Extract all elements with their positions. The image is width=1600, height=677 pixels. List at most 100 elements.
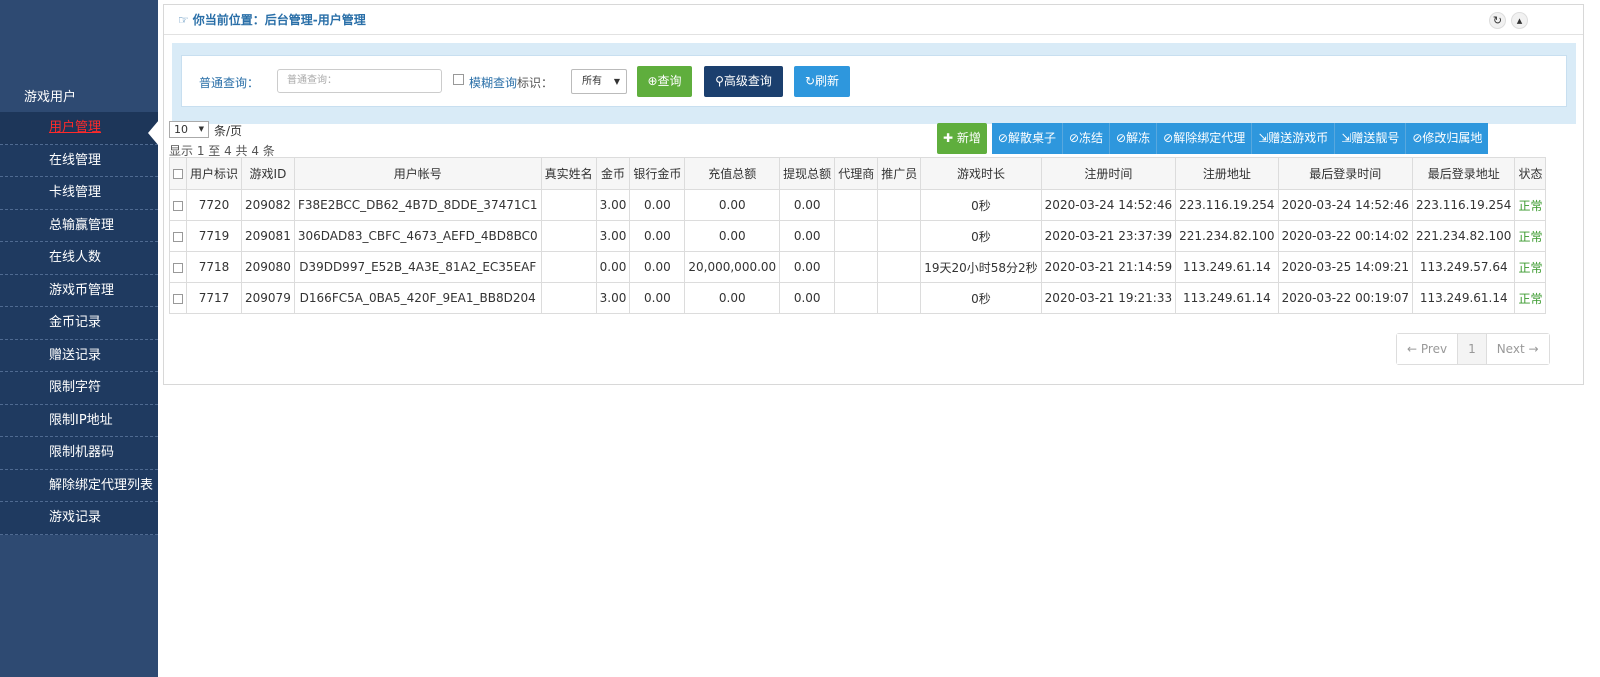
select-all-checkbox[interactable] (173, 169, 183, 179)
change-region-button[interactable]: ⊘修改归属地 (1406, 123, 1489, 154)
table-cell: 0.00 (684, 189, 781, 221)
check-circle-icon: ⊘ (1116, 131, 1127, 145)
unbind-agent-label: 解除绑定代理 (1173, 131, 1246, 145)
sidebar-item-user-manage[interactable]: 用户管理 (0, 112, 158, 145)
gift-coin-button[interactable]: ⇲赠送游戏币 (1252, 123, 1336, 154)
sidebar-item-restrict-machine[interactable]: 限制机器码 (0, 437, 158, 470)
sidebar-item-online-count[interactable]: 在线人数 (0, 242, 158, 275)
table-cell (834, 251, 879, 283)
add-button[interactable]: ✚ 新增 (937, 123, 987, 154)
page-number-button[interactable]: 1 (1458, 334, 1487, 364)
column-header[interactable]: 金币 (595, 157, 631, 190)
table-cell: 0.00 (629, 189, 686, 221)
refresh-icon[interactable]: ↻ (1489, 12, 1506, 29)
column-header[interactable]: 最后登录地址 (1412, 157, 1516, 190)
refresh-icon: ↻ (804, 74, 816, 88)
fuzzy-label: 模糊查询 (469, 76, 518, 90)
table-cell: 209082 (241, 189, 295, 221)
table-cell: 7717 (185, 282, 243, 314)
tag-select[interactable]: 所有 ▼ (571, 69, 627, 94)
refresh-button[interactable]: ↻刷新 (794, 66, 850, 97)
column-header[interactable]: 游戏ID (241, 157, 295, 190)
column-header[interactable]: 最后登录时间 (1277, 157, 1414, 190)
chevron-up-icon[interactable]: ▴ (1511, 12, 1528, 29)
row-checkbox[interactable] (173, 293, 183, 304)
next-page-button[interactable]: Next → (1486, 334, 1549, 364)
table-cell: 221.234.82.100 (1175, 220, 1279, 252)
column-header[interactable]: 推广员 (877, 157, 922, 190)
search-input[interactable]: 普通查询： (277, 69, 442, 93)
sidebar-item-restrict-chars[interactable]: 限制字符 (0, 372, 158, 405)
freeze-label: 冻结 (1079, 131, 1104, 145)
plus-icon: ✚ (943, 131, 957, 145)
user-table: 用户标识 游戏ID 用户帐号 真实姓名 金币 银行金币 充值总额 提现总额 代理… (169, 157, 1547, 314)
freeze-button[interactable]: ⊘冻结 (1062, 123, 1111, 154)
table-row[interactable]: 7720 209082 F38E2BCC_DB62_4B7D_8DDE_3747… (169, 189, 1547, 221)
column-header[interactable]: 游戏时长 (920, 157, 1042, 190)
unbind-agent-button[interactable]: ⊘解除绑定代理 (1157, 123, 1253, 154)
sidebar-item-stuck-manage[interactable]: 卡线管理 (0, 177, 158, 210)
table-row[interactable]: 7718 209080 D39DD997_E52B_4A3E_81A2_EC35… (169, 251, 1547, 283)
table-cell: 0.00 (684, 282, 781, 314)
sidebar-item-gift-record[interactable]: 赠送记录 (0, 339, 158, 372)
table-cell: 0.00 (779, 282, 836, 314)
row-checkbox[interactable] (173, 200, 183, 211)
table-cell: 0.00 (629, 220, 686, 252)
query-button-label: 查询 (657, 74, 682, 88)
table-cell: 0秒 (920, 189, 1042, 221)
table-cell (540, 189, 597, 221)
table-cell (834, 282, 879, 314)
search-area: 普通查询： 普通查询： 模糊查询 标识： 所有 ▼ ⊕查询 ⚲高级查询 ↻刷新 (172, 43, 1576, 124)
sidebar-item-game-record[interactable]: 游戏记录 (0, 502, 158, 535)
fuzzy-checkbox[interactable] (453, 74, 464, 85)
sidebar-item-coin-manage[interactable]: 游戏币管理 (0, 274, 158, 307)
prev-page-button[interactable]: ← Prev (1397, 334, 1459, 364)
query-button[interactable]: ⊕查询 (637, 66, 692, 97)
gift-number-button[interactable]: ⇲赠送靓号 (1335, 123, 1407, 154)
per-page-select[interactable]: 10 ▼ (169, 121, 209, 138)
column-header[interactable]: 注册地址 (1175, 157, 1279, 190)
column-header[interactable]: 提现总额 (779, 157, 836, 190)
row-checkbox[interactable] (173, 231, 183, 242)
search-icon: ⊕ (647, 74, 658, 88)
table-cell: 0.00 (779, 251, 836, 283)
check-circle-icon: ⊘ (1163, 131, 1174, 145)
table-cell: 0.00 (629, 251, 686, 283)
per-page-suffix: 条/页 (214, 124, 243, 138)
search-label: 普通查询： (199, 76, 260, 90)
column-header[interactable]: 用户帐号 (293, 157, 542, 190)
gift-coin-label: 赠送游戏币 (1268, 131, 1329, 145)
column-header[interactable]: 注册时间 (1040, 157, 1177, 190)
column-header[interactable]: 银行金币 (629, 157, 686, 190)
sidebar-item-online-manage[interactable]: 在线管理 (0, 144, 158, 177)
table-cell: D39DD997_E52B_4A3E_81A2_EC35EAF (293, 251, 542, 283)
check-circle-icon: ⊘ (997, 131, 1008, 145)
change-region-label: 修改归属地 (1422, 131, 1483, 145)
table-cell: 221.234.82.100 (1412, 220, 1516, 252)
table-cell: F38E2BCC_DB62_4B7D_8DDE_37471C1 (293, 189, 542, 221)
row-select-cell (169, 189, 187, 221)
column-header[interactable]: 真实姓名 (540, 157, 597, 190)
table-cell (834, 189, 879, 221)
table-cell: 0.00 (629, 282, 686, 314)
column-header[interactable]: 充值总额 (684, 157, 781, 190)
dismiss-table-button[interactable]: ⊘解散桌子 (991, 123, 1063, 154)
unfreeze-button[interactable]: ⊘解冻 (1110, 123, 1158, 154)
toolbar: ✚ 新增 ⊘解散桌子 ⊘冻结 ⊘解冻 ⊘解除绑定代理 ⇲赠送游戏币 ⇲赠送靓号 … (937, 123, 1489, 154)
sidebar-item-gold-record[interactable]: 金币记录 (0, 307, 158, 340)
column-header[interactable]: 代理商 (834, 157, 879, 190)
row-checkbox[interactable] (173, 262, 183, 273)
sidebar-item-unbind-agent-list[interactable]: 解除绑定代理列表 (0, 469, 158, 502)
status-badge: 正常 (1514, 282, 1547, 314)
advanced-query-button[interactable]: ⚲高级查询 (704, 66, 783, 97)
column-header[interactable]: 用户标识 (185, 157, 243, 190)
per-page-value: 10 (174, 123, 188, 136)
sidebar-item-restrict-ip[interactable]: 限制IP地址 (0, 404, 158, 437)
column-header[interactable]: 状态 (1514, 157, 1547, 190)
table-row[interactable]: 7717 209079 D166FC5A_0BA5_420F_9EA1_BB8D… (169, 282, 1547, 314)
table-cell: 7719 (185, 220, 243, 252)
sidebar-item-winloss-manage[interactable]: 总输赢管理 (0, 209, 158, 242)
hand-pointer-icon: ☞ (178, 13, 189, 27)
check-circle-icon: ⊘ (1412, 131, 1423, 145)
table-row[interactable]: 7719 209081 306DAD83_CBFC_4673_AEFD_4BD8… (169, 220, 1547, 252)
